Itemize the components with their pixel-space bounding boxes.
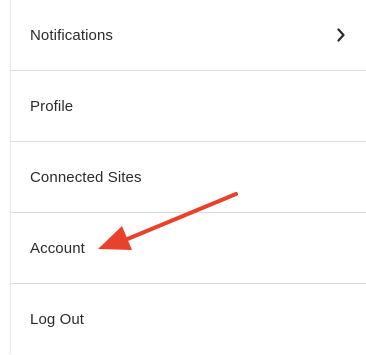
menu-item-label: Account — [30, 239, 85, 257]
menu-item-profile[interactable]: Profile — [11, 71, 366, 142]
menu-item-label: Log Out — [30, 311, 85, 328]
menu-item-label: Connected Sites — [30, 168, 142, 186]
menu-item-log-out[interactable]: Log Out — [11, 284, 366, 355]
chevron-right-icon — [334, 28, 348, 42]
menu-item-label: Notifications — [30, 26, 114, 44]
menu-item-label: Profile — [30, 97, 74, 115]
menu-item-connected-sites[interactable]: Connected Sites — [11, 142, 366, 213]
settings-menu: Notifications Profile Connected Sites Ac… — [10, 0, 366, 354]
menu-item-notifications[interactable]: Notifications — [11, 0, 366, 71]
menu-item-account[interactable]: Account — [11, 213, 366, 284]
